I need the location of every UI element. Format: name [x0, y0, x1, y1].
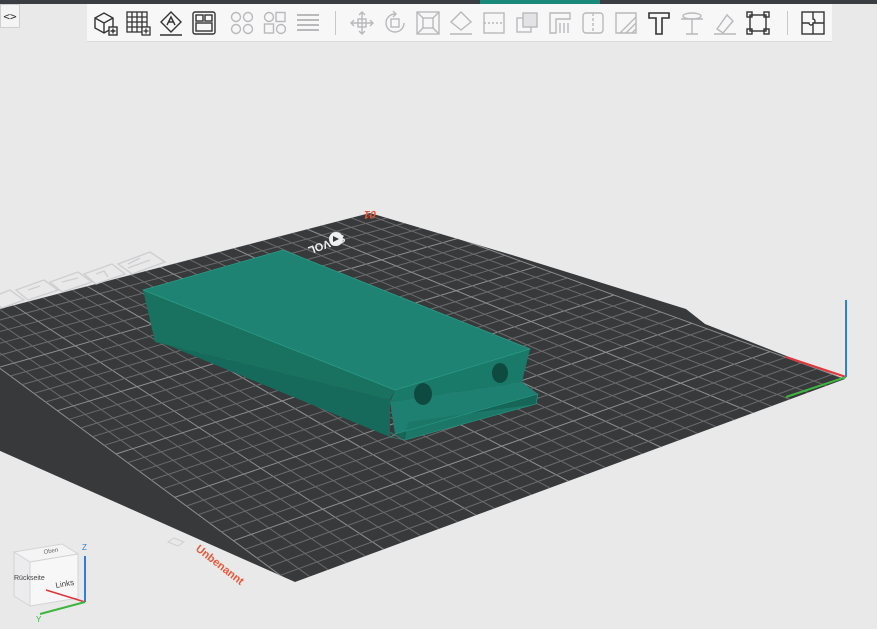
- color-paint-icon[interactable]: [711, 9, 739, 37]
- rotate-icon[interactable]: [381, 9, 409, 37]
- seam-paint-icon[interactable]: [579, 9, 607, 37]
- fuzzy-skin-icon[interactable]: [612, 9, 640, 37]
- nav-cube-y-label: Y: [36, 615, 42, 624]
- layers-icon[interactable]: [294, 9, 322, 37]
- scale-icon[interactable]: [414, 9, 442, 37]
- toolbar-separator: [787, 11, 788, 35]
- arrange-plate-icon[interactable]: [190, 9, 218, 37]
- add-part-icon[interactable]: [91, 9, 119, 37]
- measure-icon[interactable]: [678, 9, 706, 37]
- collapse-sidebar-button[interactable]: <>: [0, 4, 20, 28]
- lay-on-face-icon[interactable]: [447, 9, 475, 37]
- split-parts-icon[interactable]: [261, 9, 289, 37]
- grid-layout-icon[interactable]: [124, 9, 152, 37]
- navigation-cube[interactable]: Oben Links Rückseite Z Y: [6, 536, 96, 624]
- support-paint-icon[interactable]: [546, 9, 574, 37]
- move-icon[interactable]: [348, 9, 376, 37]
- toolbar-separator: [335, 11, 336, 35]
- nav-cube-z-label: Z: [82, 543, 87, 552]
- cut-icon[interactable]: [480, 9, 508, 37]
- edit-plate-name-icon[interactable]: [166, 537, 186, 547]
- nav-cube-y-axis: [39, 601, 86, 615]
- text-icon[interactable]: [645, 9, 673, 37]
- assembly-icon[interactable]: [744, 9, 772, 37]
- split-objects-icon[interactable]: [228, 9, 256, 37]
- nav-cube-side-label: Rückseite: [14, 575, 45, 582]
- plate-puzzle-icon[interactable]: [799, 9, 827, 37]
- plate-number: 01: [362, 208, 377, 220]
- mesh-boolean-icon[interactable]: [513, 9, 541, 37]
- auto-orient-icon[interactable]: [157, 9, 185, 37]
- toolbar: [87, 4, 832, 42]
- 3d-viewport[interactable]: 01 SOVOL Unbenannt: [0, 42, 877, 625]
